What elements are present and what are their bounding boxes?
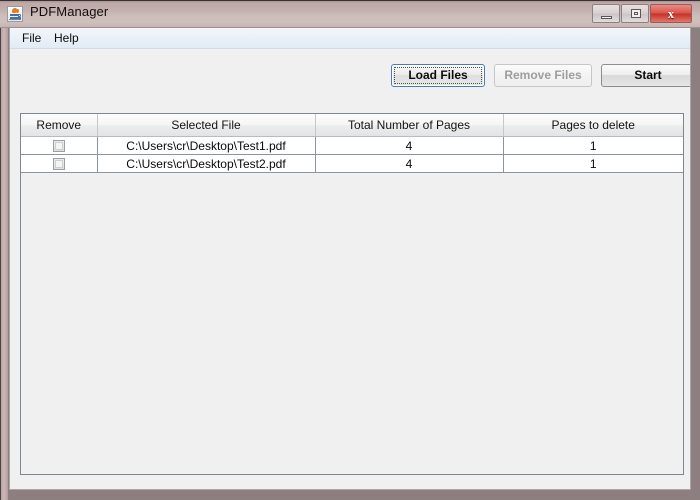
close-icon: x — [667, 6, 675, 21]
application-window: PDFManager x File Help Load Files Remove… — [0, 0, 700, 500]
java-coffee-cup-icon — [7, 6, 23, 22]
cell-remove — [21, 136, 98, 155]
table-header: Remove Selected File Total Number of Pag… — [21, 114, 683, 137]
icon-cup-base — [9, 19, 21, 20]
cell-selected-file[interactable]: C:\Users\cr\Desktop\Test2.pdf — [97, 154, 316, 173]
cell-pages-to-delete[interactable]: 1 — [503, 154, 683, 173]
column-header-remove[interactable]: Remove — [21, 114, 98, 137]
cell-total-pages[interactable]: 4 — [315, 154, 504, 173]
cell-selected-file[interactable]: C:\Users\cr\Desktop\Test1.pdf — [97, 136, 316, 155]
close-button[interactable]: x — [650, 4, 692, 23]
window-title: PDFManager — [30, 4, 109, 19]
remove-checkbox[interactable] — [52, 140, 65, 153]
maximize-button[interactable] — [621, 4, 649, 23]
table-row[interactable]: C:\Users\cr\Desktop\Test2.pdf 4 1 — [21, 154, 683, 173]
title-bar[interactable]: PDFManager x — [0, 0, 700, 28]
load-files-button[interactable]: Load Files — [391, 64, 485, 87]
remove-files-button: Remove Files — [494, 64, 592, 87]
column-header-total-pages[interactable]: Total Number of Pages — [315, 114, 504, 137]
remove-checkbox[interactable] — [52, 158, 65, 171]
column-header-selected-file[interactable]: Selected File — [97, 114, 316, 137]
icon-cup-handle — [18, 14, 21, 17]
focus-ring — [394, 67, 482, 84]
cell-pages-to-delete[interactable]: 1 — [503, 136, 683, 155]
start-button[interactable]: Start — [601, 64, 690, 87]
minimize-button[interactable] — [592, 4, 620, 23]
cell-total-pages[interactable]: 4 — [315, 136, 504, 155]
minimize-icon — [601, 16, 612, 19]
column-header-pages-to-delete[interactable]: Pages to delete — [503, 114, 683, 137]
file-table: Remove Selected File Total Number of Pag… — [21, 114, 683, 173]
menu-bar: File Help — [10, 28, 690, 49]
file-table-scrollpane[interactable]: Remove Selected File Total Number of Pag… — [20, 113, 684, 475]
cell-remove — [21, 154, 98, 173]
menu-item-help[interactable]: Help — [48, 30, 85, 47]
menu-item-file[interactable]: File — [16, 30, 47, 47]
start-label: Start — [634, 68, 662, 82]
table-row[interactable]: C:\Users\cr\Desktop\Test1.pdf 4 1 — [21, 136, 683, 155]
remove-files-label: Remove Files — [504, 68, 582, 82]
table-body: C:\Users\cr\Desktop\Test1.pdf 4 1 C:\Use… — [21, 136, 683, 173]
icon-steam-right — [16, 9, 19, 13]
maximize-icon — [631, 9, 641, 18]
table-header-row: Remove Selected File Total Number of Pag… — [21, 114, 683, 137]
client-area: File Help Load Files Remove Files Start — [9, 28, 691, 490]
